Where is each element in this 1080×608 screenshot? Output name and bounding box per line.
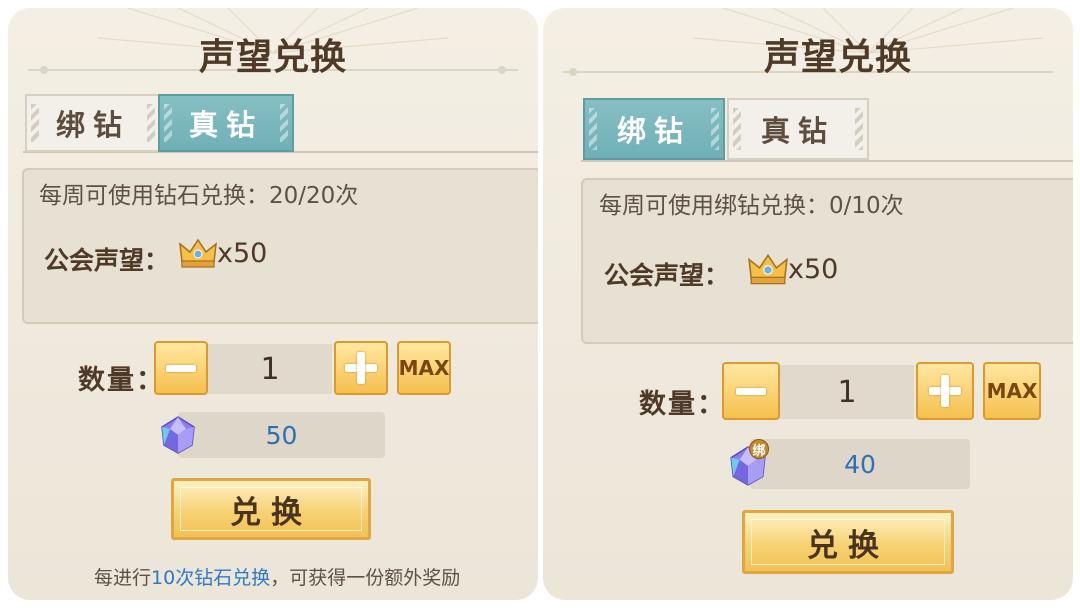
reputation-label: 公会声望： [44, 246, 170, 275]
cost-value: 40 [750, 439, 970, 489]
tab-bound-diamond[interactable]: 绑钻 [583, 98, 725, 160]
diamond-gem-icon [161, 416, 195, 454]
exchange-panel-real-diamond: 声望兑换 绑钻 真钻 每周可使用钻石兑换：20/20次 公会声望： x50 数量… [8, 8, 538, 600]
crown-icon [179, 238, 217, 268]
exchange-panel-bound-diamond: 声望兑换 绑钻 真钻 每周可使用绑钻兑换：0/10次 公会声望： x50 数量：… [543, 8, 1073, 600]
note-highlight: 10次钻石兑换 [151, 567, 271, 589]
plus-icon [929, 375, 961, 407]
plus-icon [345, 352, 377, 384]
tab-divider [581, 160, 1073, 162]
tab-label: 真钻 [760, 114, 835, 148]
panel-title: 声望兑换 [763, 37, 912, 78]
max-button[interactable]: MAX [983, 362, 1041, 420]
tab-real-diamond[interactable]: 真钻 [727, 98, 869, 160]
crown-icon [748, 253, 788, 285]
quantity-value[interactable]: 1 [208, 344, 332, 394]
minus-icon [736, 387, 766, 395]
bound-badge: 绑 [749, 439, 769, 459]
note-suffix: ，可获得一份额外奖励 [270, 567, 461, 589]
tab-real-diamond[interactable]: 真钻 [158, 94, 294, 152]
max-label: MAX [986, 379, 1038, 403]
decrease-button[interactable] [722, 362, 780, 420]
weekly-limit-text: 每周可使用钻石兑换：20/20次 [39, 183, 359, 209]
max-label: MAX [398, 356, 450, 380]
reputation-label: 公会声望： [604, 261, 730, 290]
tab-label: 绑钻 [55, 108, 130, 142]
quantity-value[interactable]: 1 [780, 365, 914, 419]
weekly-limit-text: 每周可使用绑钻兑换：0/10次 [599, 193, 904, 219]
quantity-label: 数量： [639, 389, 726, 420]
tab-label: 绑钻 [616, 114, 691, 148]
increase-button[interactable] [916, 362, 974, 420]
note-prefix: 每进行 [94, 567, 152, 589]
panel-title: 声望兑换 [198, 37, 347, 78]
cost-value: 50 [178, 412, 385, 458]
tab-label: 真钻 [188, 108, 263, 142]
minus-icon [166, 364, 196, 372]
reputation-amount: x50 [788, 254, 839, 285]
tab-bound-diamond[interactable]: 绑钻 [25, 94, 161, 152]
max-button[interactable]: MAX [397, 341, 451, 395]
quantity-label: 数量： [78, 365, 165, 396]
decrease-button[interactable] [154, 341, 208, 395]
increase-button[interactable] [334, 341, 388, 395]
reputation-amount: x50 [217, 238, 268, 269]
bonus-reward-note: 每进行10次钻石兑换，可获得一份额外奖励 [94, 563, 460, 590]
exchange-button[interactable]: 兑换 [171, 478, 371, 540]
exchange-button[interactable]: 兑换 [742, 510, 954, 574]
